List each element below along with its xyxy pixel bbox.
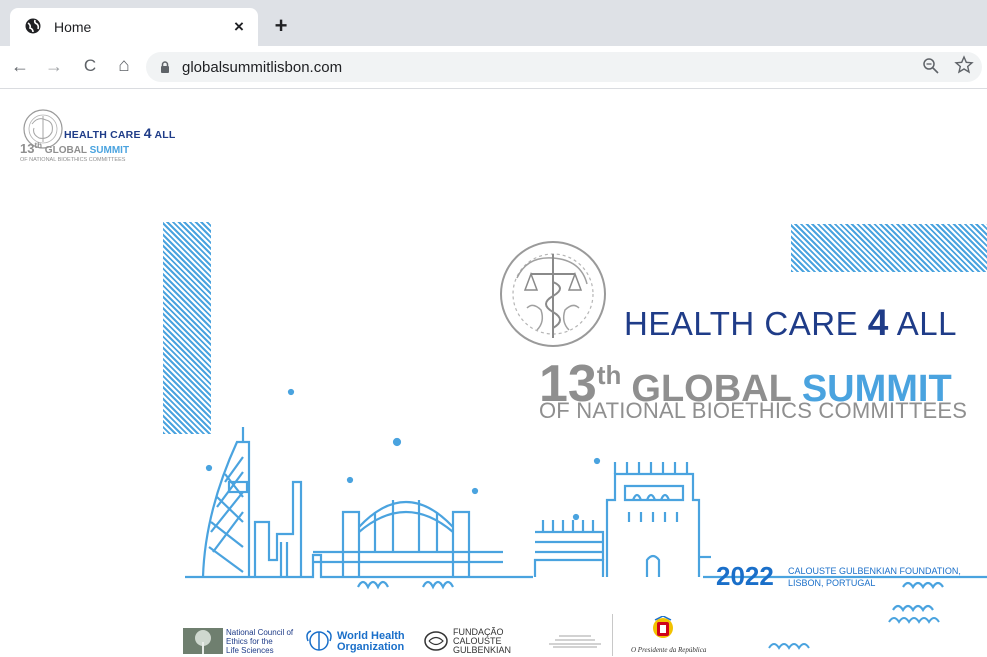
tree-icon [183, 628, 223, 654]
logo-subtitle: OF NATIONAL BIOETHICS COMMITTEES [20, 157, 126, 163]
portugal-coat-of-arms-icon [653, 616, 673, 638]
cnecv-logo [549, 635, 601, 648]
gulbenkian-text: FUNDAÇÃO CALOUSTE GULBENKIAN [453, 627, 512, 655]
globe-icon [25, 18, 41, 34]
ncels-logo [183, 628, 223, 654]
banner-headline: HEALTH CARE 4 ALL [624, 302, 957, 343]
waves-decoration [768, 617, 940, 650]
logo-health-care-text: HEALTH CARE 4 ALL [64, 125, 176, 141]
back-button[interactable]: ← [8, 54, 32, 78]
new-tab-button[interactable]: + [266, 12, 296, 42]
browser-toolbar: ← → C ⌂ globalsummitlisbon.com [0, 46, 987, 89]
star-icon[interactable] [954, 55, 974, 75]
url-text: globalsummitlisbon.com [182, 59, 343, 76]
zoom-icon[interactable] [922, 57, 940, 75]
ncels-text: National Council of Ethics for the Life … [226, 628, 294, 655]
sponsor-divider [612, 614, 613, 656]
who-emblem-icon [306, 630, 332, 651]
tab-title: Home [54, 19, 92, 35]
site-logo[interactable]: HEALTH CARE 4 ALL 13th GLOBAL SUMMIT OF … [18, 108, 178, 168]
hero-banner: HEALTH CARE 4 ALL 13th GLOBAL SUMMIT OF NA… [163, 222, 987, 657]
forward-button[interactable]: → [42, 54, 66, 78]
lock-icon [161, 61, 169, 73]
close-tab-button[interactable]: × [234, 18, 244, 35]
tab-strip: Home × + [0, 0, 987, 46]
event-year: 2022 [716, 561, 774, 591]
summit-emblem-icon [500, 241, 606, 347]
home-button[interactable]: ⌂ [112, 54, 136, 78]
event-venue: CALOUSTE GULBENKIAN FOUNDATION, LISBON, … [788, 566, 961, 588]
reload-button[interactable]: C [78, 54, 102, 78]
who-text: World Health Organization [337, 630, 405, 653]
logo-summit-text: 13th GLOBAL SUMMIT [20, 141, 130, 156]
hatch-block-right [791, 224, 987, 272]
tab-home[interactable]: Home × [10, 8, 258, 46]
address-bar[interactable]: globalsummitlisbon.com [146, 52, 982, 82]
gulbenkian-emblem-icon [424, 631, 448, 651]
presidency-text: O Presidente da República [631, 646, 707, 654]
